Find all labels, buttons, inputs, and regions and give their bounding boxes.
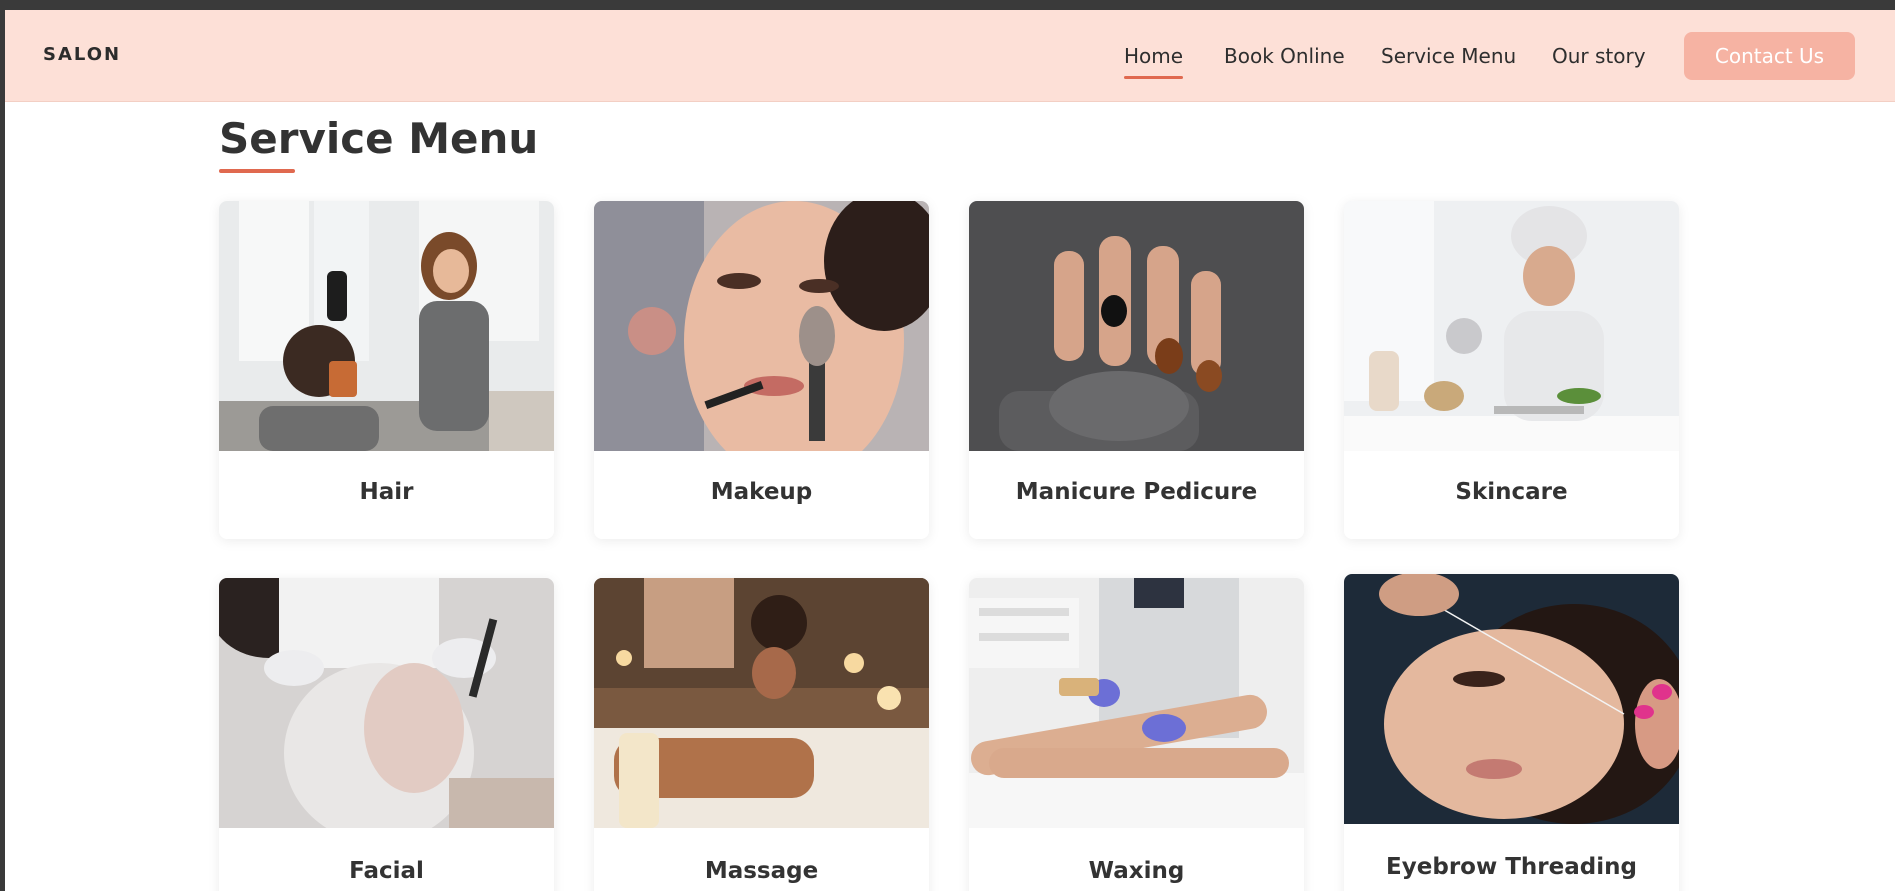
manicure-image: [969, 201, 1304, 451]
service-label: Eyebrow Threading: [1386, 854, 1637, 880]
massage-image: [594, 578, 929, 828]
nav-our-story[interactable]: Our story: [1552, 44, 1646, 68]
makeup-image: [594, 201, 929, 451]
waxing-image: [969, 578, 1304, 828]
service-label: Manicure Pedicure: [1015, 479, 1258, 505]
nav-book-online[interactable]: Book Online: [1224, 44, 1345, 68]
nav-service-menu[interactable]: Service Menu: [1381, 44, 1516, 68]
service-label: Waxing: [1088, 858, 1185, 884]
service-card-manicure-pedicure[interactable]: Manicure Pedicure: [969, 201, 1304, 539]
contact-us-button[interactable]: Contact Us: [1684, 32, 1855, 80]
service-card-hair[interactable]: Hair: [219, 201, 554, 539]
service-card-facial[interactable]: Facial: [219, 578, 554, 891]
top-navbar: SALON Home Book Online Service Menu Our …: [5, 10, 1895, 102]
browser-viewport: SALON Home Book Online Service Menu Our …: [5, 10, 1895, 891]
title-underline: [219, 169, 295, 173]
service-label: Massage: [704, 858, 819, 884]
service-card-makeup[interactable]: Makeup: [594, 201, 929, 539]
page-title: Service Menu: [219, 114, 539, 163]
nav-home[interactable]: Home: [1124, 44, 1184, 79]
service-card-skincare[interactable]: Skincare: [1344, 201, 1679, 539]
service-label: Hair: [359, 479, 414, 505]
service-card-waxing[interactable]: Waxing: [969, 578, 1304, 891]
brand-logo[interactable]: SALON: [43, 44, 121, 65]
service-card-eyebrow-threading[interactable]: Eyebrow Threading: [1344, 574, 1679, 891]
service-label: Skincare: [1455, 479, 1568, 505]
service-label: Facial: [349, 858, 424, 884]
facial-image: [219, 578, 554, 828]
skincare-image: [1344, 201, 1679, 451]
service-label: Makeup: [710, 479, 813, 505]
service-card-massage[interactable]: Massage: [594, 578, 929, 891]
eyebrow-threading-image: [1344, 574, 1679, 824]
hair-image: [219, 201, 554, 451]
